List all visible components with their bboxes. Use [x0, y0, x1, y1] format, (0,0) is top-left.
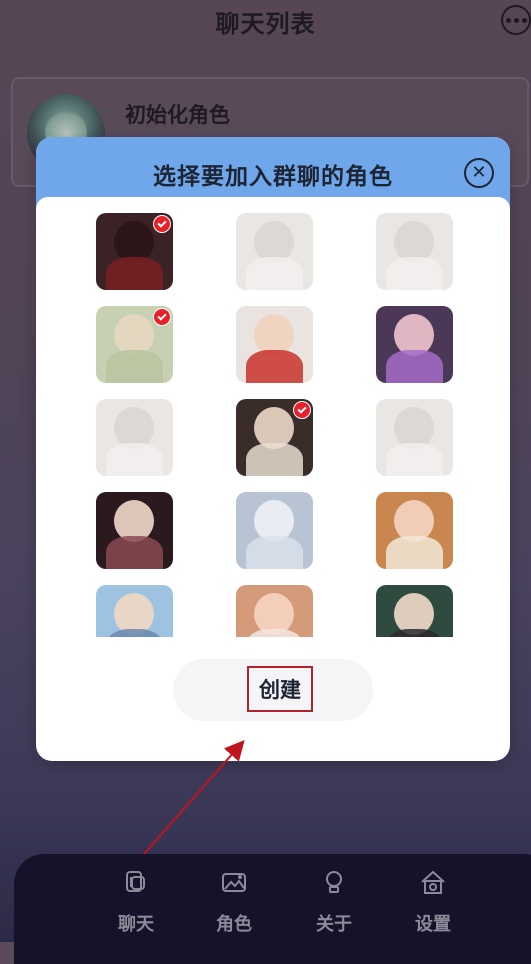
chat-icon	[126, 871, 145, 892]
tab-settings[interactable]: 设置	[403, 868, 463, 936]
selected-check-icon	[153, 308, 171, 326]
annotation-arrow	[136, 740, 245, 863]
tab-label: 关于	[316, 914, 352, 935]
selected-check-icon	[153, 215, 171, 233]
image-icon	[222, 873, 246, 892]
tab-roles[interactable]: 角色	[204, 868, 264, 936]
selected-check-icon	[293, 401, 311, 419]
home-settings-icon	[421, 870, 445, 894]
tab-about[interactable]: 关于	[304, 868, 364, 936]
tab-chat[interactable]: 聊天	[106, 868, 166, 936]
tab-label: 聊天	[118, 914, 154, 935]
tab-label: 设置	[415, 914, 451, 935]
tab-label: 角色	[216, 914, 252, 935]
lightbulb-icon	[326, 871, 342, 893]
bottom-tab-bar: 聊天 角色 关于 设置	[14, 854, 531, 964]
